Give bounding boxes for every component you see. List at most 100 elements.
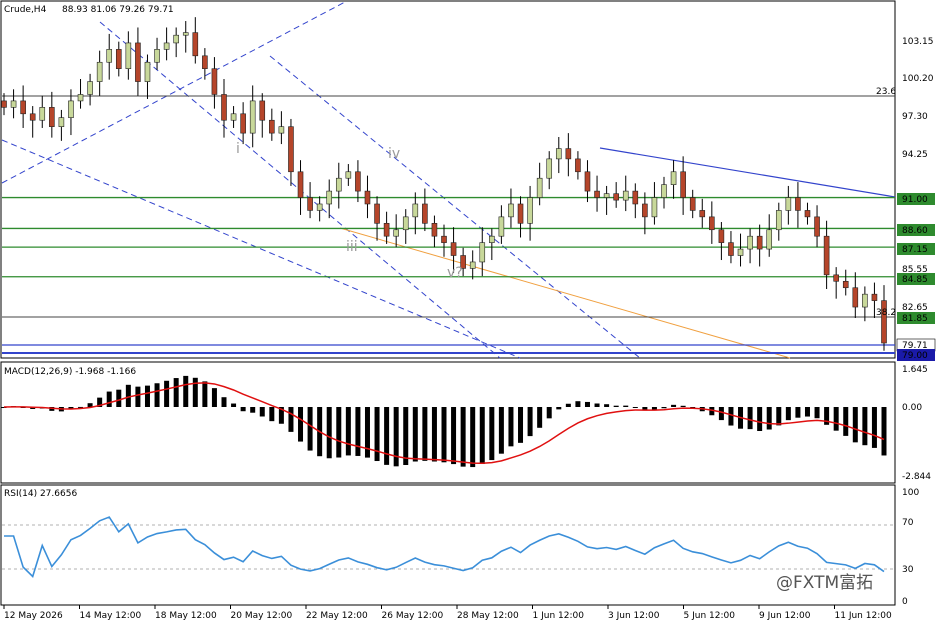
price-tick: 103.15: [902, 37, 934, 47]
macd-bar: [164, 380, 170, 407]
candle-body: [77, 94, 84, 102]
candle-body: [756, 235, 763, 250]
x-tick-label: 9 Jun 12:00: [759, 611, 811, 621]
candle-body: [58, 117, 65, 127]
candle-body: [202, 55, 208, 70]
candle-body: [278, 126, 285, 134]
macd-bar: [489, 407, 495, 461]
macd-bar: [106, 391, 112, 407]
macd-bar: [518, 407, 524, 443]
candle-body: [240, 113, 246, 134]
macd-bar: [412, 407, 418, 462]
price-tick: 81.85: [902, 314, 928, 324]
rsi-tick: 100: [902, 488, 919, 498]
macd-bar: [384, 407, 390, 465]
macd-bar: [747, 407, 753, 430]
candle-body: [785, 197, 792, 211]
macd-bar: [431, 407, 437, 462]
candle-body: [833, 274, 839, 282]
candle-body: [661, 184, 667, 198]
macd-bar: [871, 407, 877, 448]
candle-body: [709, 216, 715, 231]
candle-body: [814, 216, 820, 237]
macd-bar: [728, 407, 734, 426]
candle-body: [555, 148, 562, 160]
candle-body: [536, 177, 543, 198]
candle-body: [192, 32, 199, 57]
candle-body: [326, 190, 333, 205]
candle-body: [469, 261, 476, 269]
candle-body: [96, 61, 103, 82]
macd-bar: [757, 407, 763, 432]
candle-body: [565, 148, 572, 160]
symbol-label: Crude,H4: [4, 5, 47, 15]
macd-bar: [183, 375, 189, 407]
x-tick-label: 20 May 12:00: [231, 611, 293, 621]
macd-tick: -2.844: [902, 472, 931, 482]
candle-body: [584, 171, 591, 192]
candle-body: [594, 190, 600, 198]
price-tick: 79.00: [902, 351, 928, 361]
macd-bar: [470, 407, 476, 468]
candle-body: [269, 119, 275, 134]
macd-bar: [852, 407, 858, 443]
candle-body: [115, 49, 122, 70]
candle-body: [1, 100, 7, 108]
candle-body: [364, 190, 371, 205]
macd-bar: [575, 401, 581, 407]
candle-body: [68, 100, 74, 118]
macd-bar: [833, 407, 839, 431]
candle-body: [316, 203, 323, 211]
candle-body: [431, 223, 438, 237]
price-tick: 94.25: [902, 150, 928, 160]
candle-body: [49, 107, 55, 127]
rsi-tick: 0: [902, 597, 908, 607]
price-tick: 88.60: [902, 226, 928, 236]
macd-bar: [785, 407, 791, 421]
macd-bar: [546, 407, 552, 419]
candle-body: [221, 94, 227, 121]
price-tick: 100.20: [902, 74, 934, 84]
candle-body: [249, 100, 256, 134]
macd-bar: [269, 407, 275, 422]
x-tick-label: 11 Jun 12:00: [835, 611, 892, 621]
x-tick-label: 28 May 12:00: [457, 611, 519, 621]
candle-body: [10, 100, 17, 108]
x-tick-label: 22 May 12:00: [306, 611, 368, 621]
candle-body: [39, 107, 46, 121]
macd-bar: [288, 407, 294, 432]
macd-bar: [479, 407, 485, 465]
candle-body: [29, 113, 36, 121]
macd-bar: [307, 407, 313, 451]
macd-bar: [240, 407, 246, 412]
candle-body: [422, 203, 428, 224]
macd-bar: [364, 407, 370, 458]
candle-body: [211, 68, 218, 95]
macd-bar: [374, 407, 380, 462]
macd-bar: [661, 407, 667, 409]
macd-bar: [498, 407, 504, 454]
macd-bar: [355, 407, 361, 456]
candle-body: [804, 210, 811, 218]
macd-bar: [795, 407, 801, 418]
candle-body: [613, 193, 619, 201]
macd-bar: [718, 407, 724, 421]
trading-chart[interactable]: 103.15100.2097.3094.2591.0088.6087.1585.…: [0, 0, 936, 624]
macd-bar: [613, 405, 619, 407]
macd-bar: [594, 403, 600, 407]
candle-body: [498, 216, 505, 237]
candle-body: [842, 280, 849, 289]
macd-bar: [144, 385, 150, 407]
rsi-label: RSI(14) 27.6656: [4, 489, 77, 499]
candle-body: [871, 293, 878, 301]
candle-body: [374, 203, 380, 224]
macd-tick: 0.00: [902, 403, 922, 413]
candle-body: [402, 216, 409, 231]
x-tick-label: 12 May 2026: [4, 611, 63, 621]
macd-bar: [776, 407, 782, 426]
macd-bar: [843, 407, 849, 436]
candle-body: [230, 113, 237, 121]
candle-body: [479, 242, 486, 263]
candle-body: [680, 171, 686, 198]
price-tick: 91.00: [902, 195, 928, 205]
